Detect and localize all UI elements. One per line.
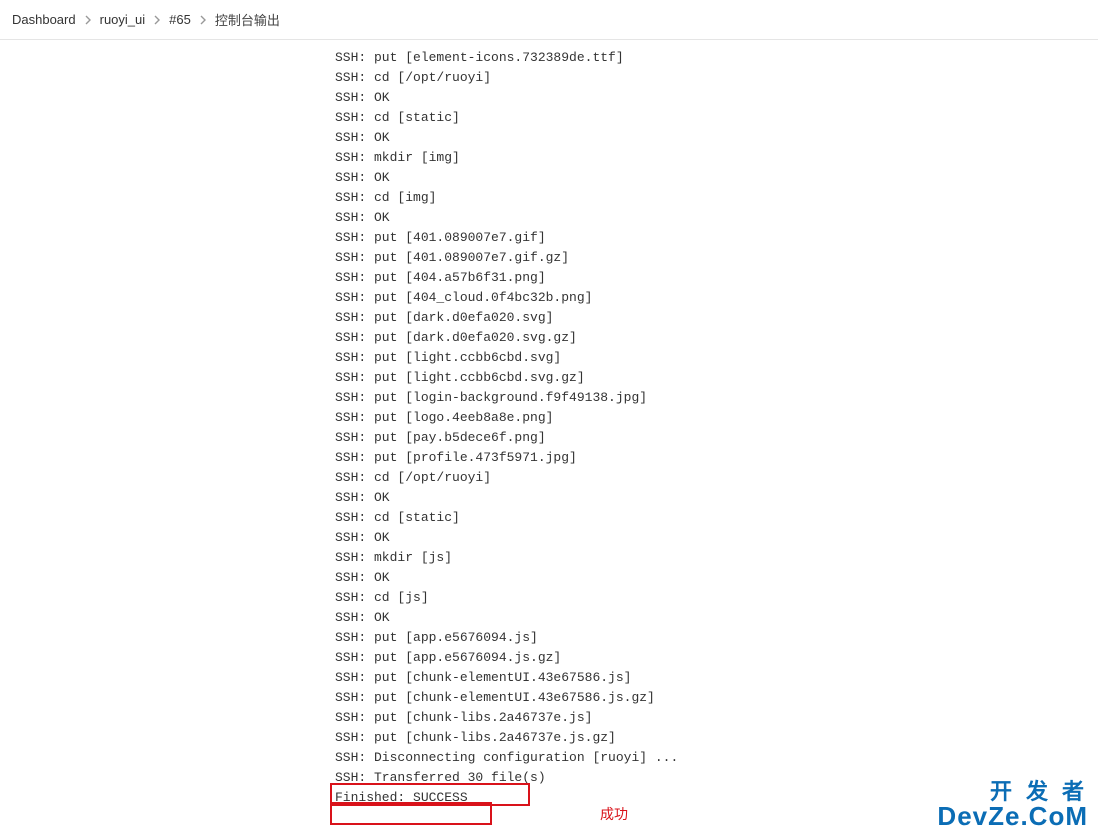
- console-line: SSH: mkdir [img]: [335, 148, 1098, 168]
- console-line: SSH: put [chunk-elementUI.43e67586.js]: [335, 668, 1098, 688]
- console-line: SSH: put [chunk-libs.2a46737e.js.gz]: [335, 728, 1098, 748]
- chevron-right-icon: [199, 15, 207, 25]
- console-line: SSH: put [app.e5676094.js]: [335, 628, 1098, 648]
- console-line: SSH: OK: [335, 208, 1098, 228]
- console-line: SSH: OK: [335, 568, 1098, 588]
- console-line: SSH: put [chunk-libs.2a46737e.js]: [335, 708, 1098, 728]
- console-line: SSH: mkdir [js]: [335, 548, 1098, 568]
- console-line: SSH: put [logo.4eeb8a8e.png]: [335, 408, 1098, 428]
- console-output: SSH: put [element-icons.732389de.ttf]SSH…: [335, 40, 1098, 832]
- breadcrumb-project[interactable]: ruoyi_ui: [100, 12, 146, 27]
- console-line: SSH: put [light.ccbb6cbd.svg.gz]: [335, 368, 1098, 388]
- console-line: SSH: Disconnecting configuration [ruoyi]…: [335, 748, 1098, 768]
- console-line: SSH: OK: [335, 528, 1098, 548]
- console-line: SSH: cd [js]: [335, 588, 1098, 608]
- console-line: SSH: cd [/opt/ruoyi]: [335, 68, 1098, 88]
- breadcrumb: Dashboard ruoyi_ui #65 控制台输出: [0, 0, 1098, 40]
- console-line: SSH: put [profile.473f5971.jpg]: [335, 448, 1098, 468]
- watermark: 开发者 DevZe.CoM: [937, 780, 1088, 830]
- console-line: SSH: put [404_cloud.0f4bc32b.png]: [335, 288, 1098, 308]
- console-line: SSH: cd [static]: [335, 508, 1098, 528]
- console-line: SSH: put [404.a57b6f31.png]: [335, 268, 1098, 288]
- chevron-right-icon: [84, 15, 92, 25]
- console-line: SSH: put [dark.d0efa020.svg.gz]: [335, 328, 1098, 348]
- console-line: SSH: put [login-background.f9f49138.jpg]: [335, 388, 1098, 408]
- watermark-line2: DevZe.CoM: [937, 803, 1088, 830]
- console-line: SSH: cd [static]: [335, 108, 1098, 128]
- console-line: SSH: OK: [335, 608, 1098, 628]
- console-line: SSH: put [element-icons.732389de.ttf]: [335, 48, 1098, 68]
- console-line: SSH: cd [img]: [335, 188, 1098, 208]
- breadcrumb-dashboard[interactable]: Dashboard: [12, 12, 76, 27]
- console-line: SSH: put [401.089007e7.gif.gz]: [335, 248, 1098, 268]
- console-line: SSH: put [dark.d0efa020.svg]: [335, 308, 1098, 328]
- chevron-right-icon: [153, 15, 161, 25]
- console-line: SSH: put [app.e5676094.js.gz]: [335, 648, 1098, 668]
- console-line: SSH: put [pay.b5dece6f.png]: [335, 428, 1098, 448]
- console-line: SSH: put [chunk-elementUI.43e67586.js.gz…: [335, 688, 1098, 708]
- console-line: SSH: cd [/opt/ruoyi]: [335, 468, 1098, 488]
- console-line: SSH: put [401.089007e7.gif]: [335, 228, 1098, 248]
- breadcrumb-current: 控制台输出: [215, 10, 280, 29]
- console-line: SSH: OK: [335, 128, 1098, 148]
- console-line: SSH: put [light.ccbb6cbd.svg]: [335, 348, 1098, 368]
- console-line: SSH: OK: [335, 488, 1098, 508]
- left-gutter: [0, 40, 335, 832]
- breadcrumb-build-number[interactable]: #65: [169, 12, 191, 27]
- annotation-success: 成功: [600, 804, 628, 824]
- console-line: SSH: OK: [335, 88, 1098, 108]
- console-line: SSH: OK: [335, 168, 1098, 188]
- watermark-line1: 开发者: [937, 780, 1098, 803]
- content-area: SSH: put [element-icons.732389de.ttf]SSH…: [0, 40, 1098, 832]
